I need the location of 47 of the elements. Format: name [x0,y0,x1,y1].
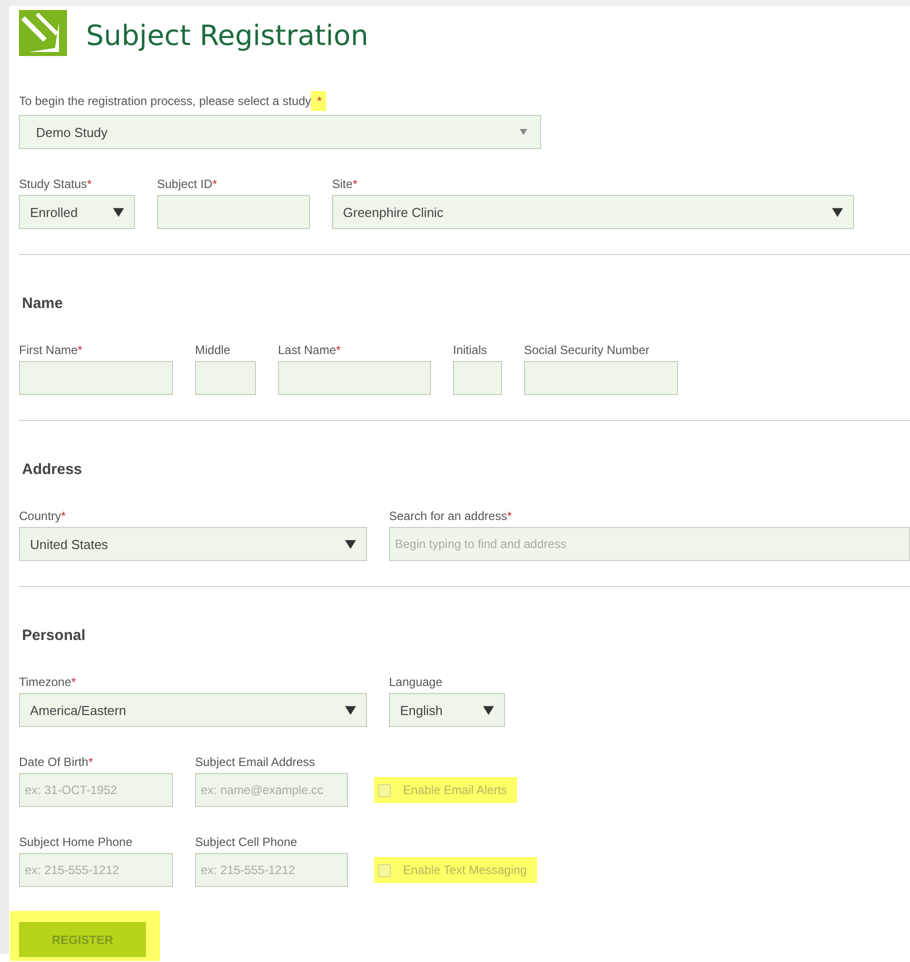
caret-icon [345,706,356,714]
field-label: Initials [453,343,488,358]
field-label: Search for an address* [389,509,513,524]
caret-icon [832,208,843,216]
input-field[interactable] [524,361,678,395]
field-label: Subject Cell Phone [195,835,298,850]
input-field[interactable]: ex: name@example.cc [195,773,348,807]
field-label: Last Name* [278,343,342,358]
input-field[interactable] [19,361,173,395]
input-field[interactable]: Begin typing to find and address [389,527,910,561]
field-label: Country* [19,509,67,524]
field-label: Subject ID* [157,177,218,192]
field-label: Site* [332,177,358,192]
field-label: Social Security Number [524,343,650,358]
select-field[interactable]: America/Eastern [19,693,367,727]
checkbox[interactable] [378,864,391,876]
field-label: Subject Email Address [195,755,316,770]
field-label: Study Status* [19,177,93,192]
field-label: To begin the registration process, please select a study * [19,94,910,109]
input-field[interactable] [157,195,310,229]
caret-icon [113,208,124,216]
field-label: Language [389,675,444,690]
select-field[interactable]: English [389,693,505,727]
select-field[interactable]: United States [19,527,367,561]
page-title: Subject Registration [86,18,368,52]
select-field[interactable]: Greenphire Clinic [332,195,854,229]
field-label: First Name* [19,343,84,358]
field-label: Date Of Birth* [19,755,94,770]
section-heading: Address [22,461,84,480]
caret-icon [483,706,494,714]
select-field[interactable]: Demo Study [19,115,541,149]
input-field[interactable] [278,361,431,395]
field-label: Subject Home Phone [19,835,134,850]
logo-icon [19,10,67,56]
field-label: Timezone* [19,675,77,690]
section-heading: Name [22,295,64,314]
caret-icon [519,129,528,135]
section-heading: Personal [22,627,86,646]
field-label: Middle [195,343,232,358]
input-field[interactable]: ex: 215-555-1212 [19,853,173,887]
checkbox[interactable] [378,784,391,796]
input-field[interactable] [195,361,256,395]
caret-icon [345,540,356,548]
input-field[interactable]: ex: 31-OCT-1952 [19,773,173,807]
input-field[interactable]: ex: 215-555-1212 [195,853,348,887]
input-field[interactable] [453,361,502,395]
select-field[interactable]: Enrolled [19,195,135,229]
